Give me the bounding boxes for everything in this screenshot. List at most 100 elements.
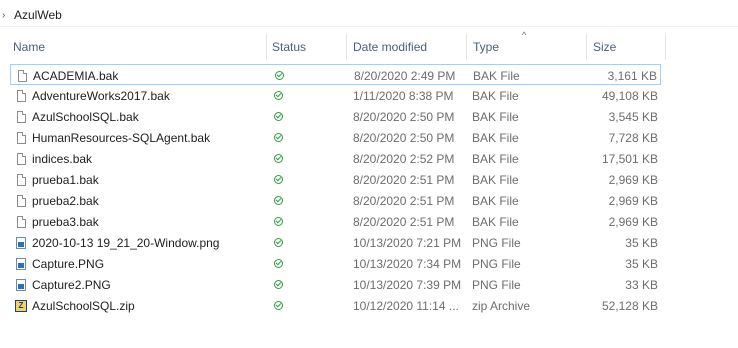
column-divider[interactable]	[466, 34, 467, 60]
file-type: BAK File	[472, 130, 519, 145]
date-modified: 10/13/2020 7:39 PM	[353, 277, 462, 292]
column-header-date[interactable]: Date modified	[348, 34, 466, 60]
file-type-icon-cell	[15, 211, 27, 232]
status-cell	[271, 106, 285, 127]
column-divider[interactable]	[586, 34, 587, 60]
file-type: BAK File	[472, 151, 519, 166]
file-type: BAK File	[472, 193, 519, 208]
chevron-right-icon[interactable]: ›	[2, 10, 12, 21]
file-name: prueba2.bak	[32, 193, 99, 208]
file-row[interactable]: prueba3.bak 8/20/2020 2:51 PM BAK File 2,96…	[10, 211, 661, 232]
column-header-status[interactable]: Status	[267, 34, 347, 60]
date-modified: 8/20/2020 2:52 PM	[353, 151, 455, 166]
column-header-name[interactable]: Name	[8, 34, 266, 60]
date-modified: 8/20/2020 2:51 PM	[353, 193, 455, 208]
column-header-row: Name Status Date modified Type ^ Size	[0, 30, 738, 60]
file-icon	[16, 215, 26, 228]
synced-check-icon	[274, 71, 284, 80]
column-header-type-label: Type	[473, 40, 500, 54]
file-type: BAK File	[472, 88, 519, 103]
synced-check-icon	[273, 133, 283, 142]
file-size: 33 KB	[625, 277, 658, 292]
synced-check-icon	[273, 175, 283, 184]
file-type-icon-cell	[15, 85, 27, 106]
file-size: 7,728 KB	[608, 130, 658, 145]
file-size: 52,128 KB	[601, 298, 658, 313]
file-icon	[16, 173, 26, 186]
file-row[interactable]: AdventureWorks2017.bak 1/11/2020 8:38 PM B…	[10, 85, 661, 106]
file-icon	[16, 194, 26, 207]
file-type-icon-cell	[15, 106, 27, 127]
file-type: BAK File	[472, 109, 519, 124]
image-file-icon	[16, 236, 26, 249]
synced-check-icon	[273, 301, 283, 310]
status-cell	[271, 211, 285, 232]
file-type: BAK File	[472, 214, 519, 229]
file-row[interactable]: 2020-10-13 19_21_20-Window.png 10/13/2020…	[10, 232, 661, 253]
date-modified: 8/20/2020 2:50 PM	[353, 109, 455, 124]
date-modified: 8/20/2020 2:51 PM	[353, 172, 455, 187]
synced-check-icon	[273, 280, 283, 289]
file-row[interactable]: AzulSchoolSQL.bak 8/20/2020 2:50 PM BAK Fi…	[10, 106, 661, 127]
file-name: HumanResources-SQLAgent.bak	[32, 130, 211, 145]
column-header-status-label: Status	[272, 40, 307, 54]
file-row[interactable]: Z AzulSchoolSQL.zip 10/12/2020 11:14 ... zi…	[10, 295, 661, 316]
synced-check-icon	[273, 217, 283, 226]
file-type: BAK File	[472, 172, 519, 187]
status-cell	[271, 253, 285, 274]
synced-check-icon	[273, 154, 283, 163]
column-header-size-label: Size	[593, 40, 617, 54]
file-type: PNG File	[472, 277, 521, 292]
file-size: 3,161 KB	[607, 68, 657, 83]
file-name: 2020-10-13 19_21_20-Window.png	[32, 235, 220, 250]
breadcrumb-folder[interactable]: AzulWeb	[14, 8, 62, 22]
file-type: zip Archive	[472, 298, 531, 313]
file-icon	[17, 69, 27, 82]
status-cell	[271, 169, 285, 190]
file-row[interactable]: HumanResources-SQLAgent.bak 8/20/2020 2:5…	[10, 127, 661, 148]
file-type-icon-cell	[15, 169, 27, 190]
file-icon	[16, 131, 26, 144]
file-type: PNG File	[472, 256, 521, 271]
date-modified: 10/12/2020 11:14 ...	[353, 298, 459, 313]
file-name: Capture.PNG	[32, 256, 105, 271]
file-icon	[16, 152, 26, 165]
file-type: BAK File	[473, 68, 520, 83]
column-header-type[interactable]: Type	[468, 34, 586, 60]
column-header-date-label: Date modified	[353, 40, 428, 54]
file-row[interactable]: Capture.PNG 10/13/2020 7:34 PM PNG File 35 …	[10, 253, 661, 274]
file-row[interactable]: ACADEMIA.bak 8/20/2020 2:49 PM BAK File 3,1…	[10, 64, 661, 85]
file-icon	[16, 89, 26, 102]
image-file-icon	[16, 257, 26, 270]
file-size: 49,108 KB	[601, 88, 658, 103]
column-divider[interactable]	[665, 34, 666, 60]
column-header-name-label: Name	[13, 40, 46, 54]
file-size: 35 KB	[625, 256, 658, 271]
file-row[interactable]: prueba2.bak 8/20/2020 2:51 PM BAK File 2,96…	[10, 190, 661, 211]
image-file-icon	[16, 278, 26, 291]
status-cell	[271, 190, 285, 211]
file-name: Capture2.PNG	[32, 277, 111, 292]
synced-check-icon	[273, 91, 283, 100]
file-size: 2,969 KB	[608, 214, 658, 229]
file-type-icon-cell	[15, 274, 27, 295]
file-size: 17,501 KB	[601, 151, 658, 166]
file-name: ACADEMIA.bak	[33, 68, 119, 83]
synced-check-icon	[273, 238, 283, 247]
date-modified: 10/13/2020 7:21 PM	[353, 235, 462, 250]
date-modified: 8/20/2020 2:51 PM	[353, 214, 455, 229]
file-row[interactable]: indices.bak 8/20/2020 2:52 PM BAK File 17,5…	[10, 148, 661, 169]
column-divider[interactable]	[346, 34, 347, 60]
date-modified: 1/11/2020 8:38 PM	[353, 88, 454, 103]
sort-ascending-icon: ^	[522, 30, 527, 40]
file-size: 35 KB	[625, 235, 658, 250]
status-cell	[271, 295, 285, 316]
file-row[interactable]: Capture2.PNG 10/13/2020 7:39 PM PNG File 33…	[10, 274, 661, 295]
file-row[interactable]: prueba1.bak 8/20/2020 2:51 PM BAK File 2,96…	[10, 169, 661, 190]
file-type-icon-cell	[15, 127, 27, 148]
status-cell	[271, 232, 285, 253]
status-cell	[271, 127, 285, 148]
column-header-size[interactable]: Size	[588, 34, 665, 60]
file-name: prueba1.bak	[32, 172, 99, 187]
file-name: indices.bak	[32, 151, 93, 166]
